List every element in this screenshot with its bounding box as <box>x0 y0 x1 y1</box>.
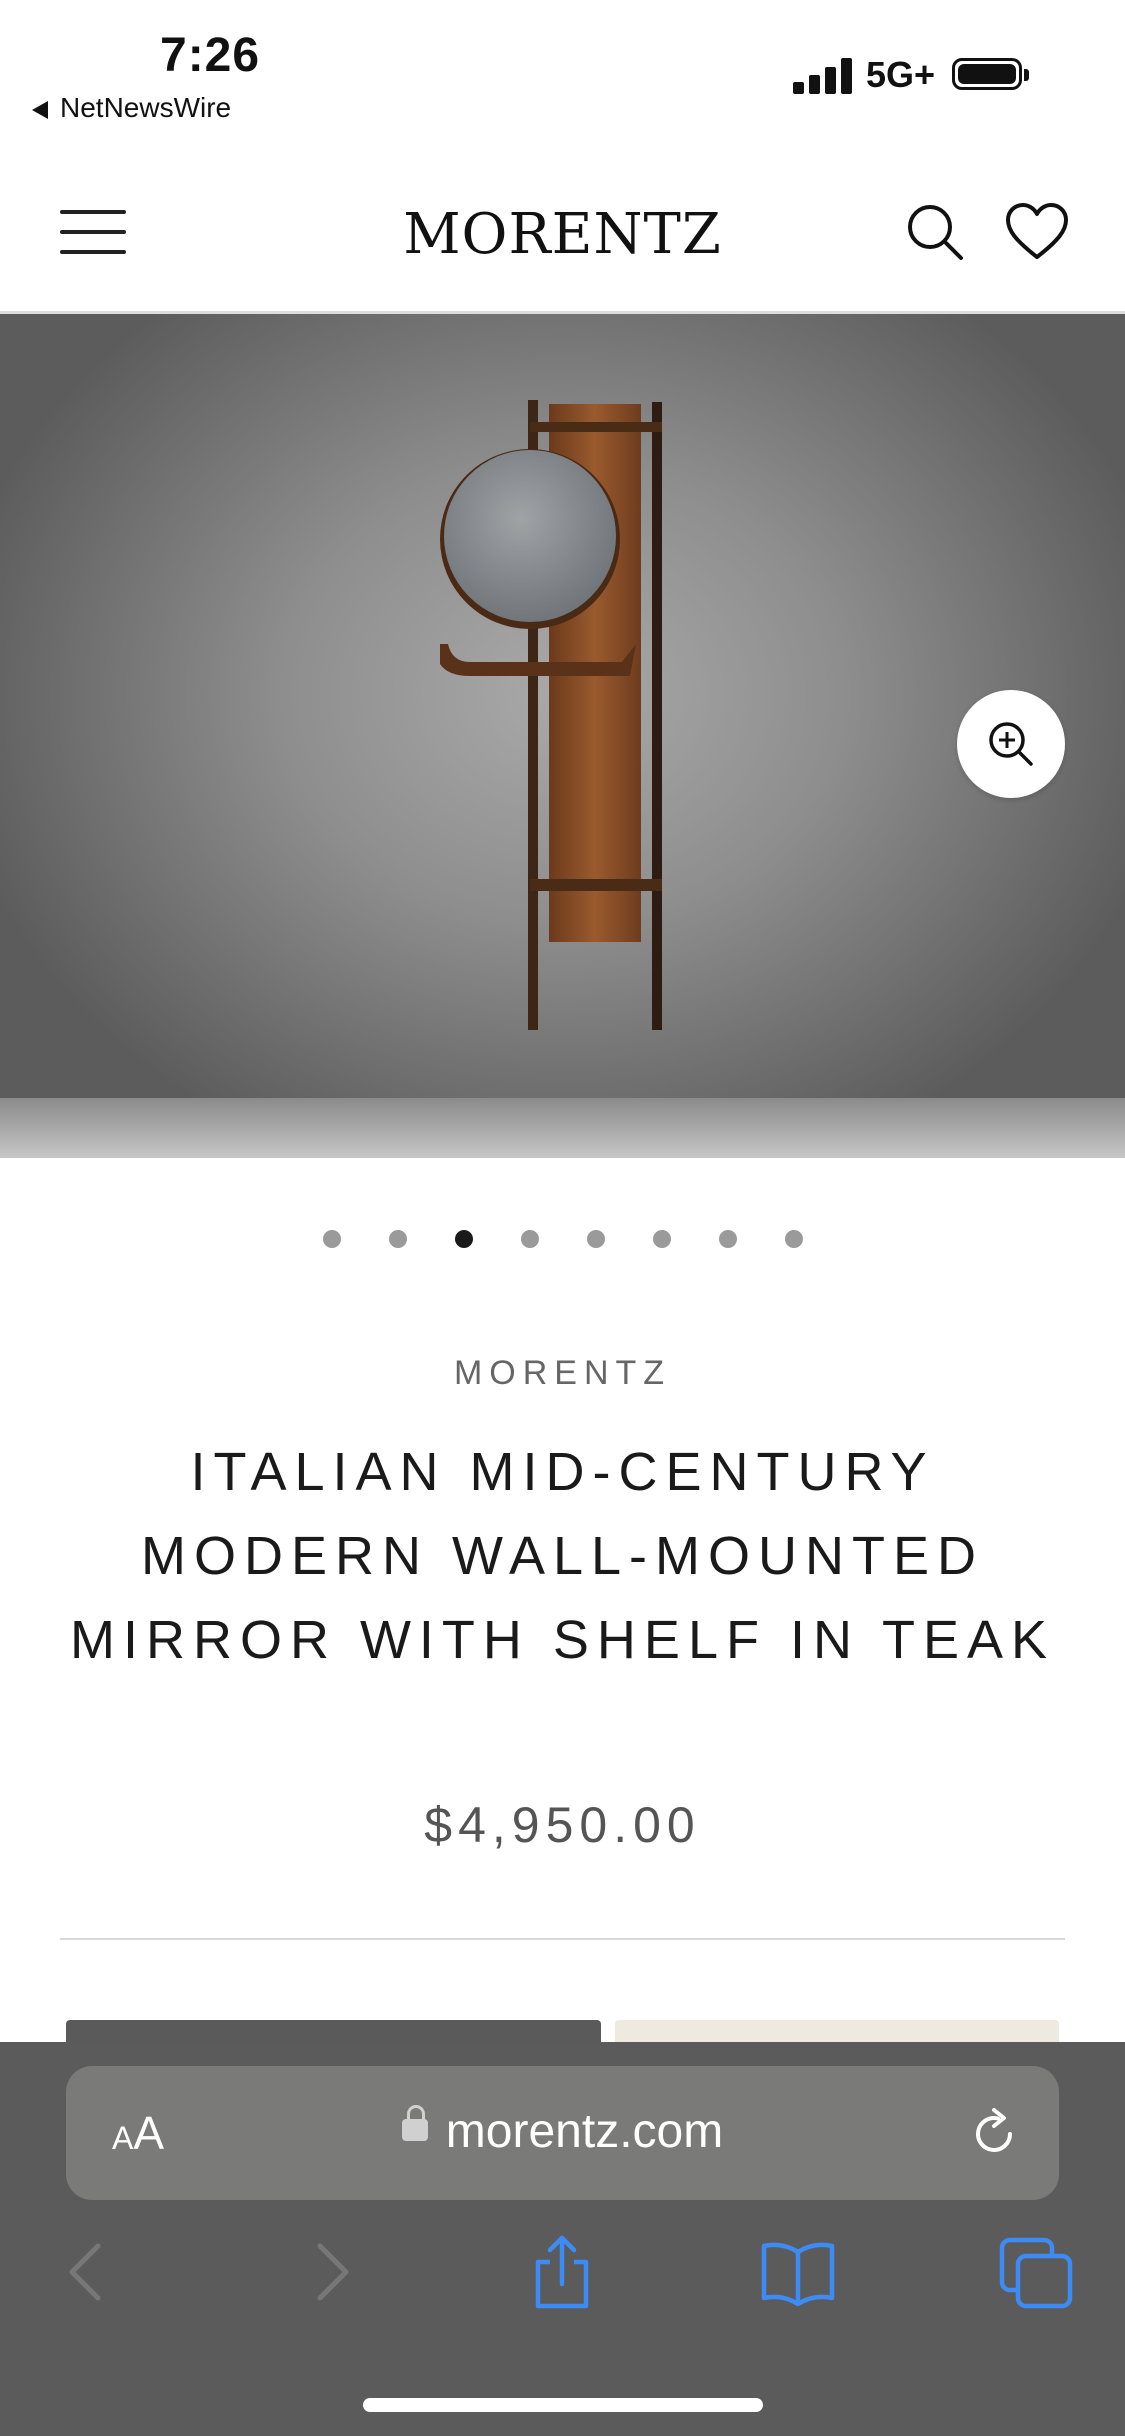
carousel-dot[interactable] <box>652 1230 671 1248</box>
floor-shadow <box>0 1098 1125 1158</box>
lock-icon <box>401 2105 428 2142</box>
forward-icon[interactable] <box>290 2232 370 2312</box>
zoom-in-icon <box>989 722 1033 766</box>
carousel-dot[interactable] <box>586 1230 605 1248</box>
carousel-dot[interactable] <box>388 1230 407 1248</box>
address-bar[interactable]: AA morentz.com <box>66 2066 1059 2200</box>
home-indicator <box>363 2398 763 2412</box>
site-header: MORENTZ <box>0 150 1125 314</box>
bookmarks-icon[interactable] <box>758 2232 838 2312</box>
divider <box>60 1938 1065 1940</box>
product-price: $4,950.00 <box>424 1797 701 1853</box>
url-text: morentz.com <box>445 2105 724 2158</box>
status-bar: 7:26 NetNewsWire 5G+ <box>0 0 1125 150</box>
status-time: 7:26 <box>160 29 261 82</box>
carousel-dot[interactable] <box>454 1230 473 1248</box>
battery-icon <box>952 58 1029 90</box>
heart-icon[interactable] <box>1005 202 1069 262</box>
carousel-dot[interactable] <box>718 1230 737 1248</box>
back-to-app-link[interactable]: NetNewsWire <box>32 92 231 124</box>
carousel-dot[interactable] <box>784 1230 803 1248</box>
product-brand[interactable]: MORENTZ <box>0 1354 1125 1393</box>
back-triangle-icon <box>32 100 48 119</box>
cellular-signal-icon <box>793 56 853 94</box>
network-type: 5G+ <box>866 54 936 95</box>
zoom-button[interactable] <box>957 690 1065 798</box>
back-app-label: NetNewsWire <box>60 92 232 123</box>
product-image[interactable] <box>0 314 1125 1158</box>
back-icon[interactable] <box>48 2232 128 2312</box>
carousel-dot[interactable] <box>322 1230 341 1248</box>
browser-toolbar: AA morentz.com <box>0 2042 1125 2436</box>
url-display[interactable]: morentz.com <box>66 2104 1059 2159</box>
product-title: ITALIAN MID-CENTURY MODERN WALL-MOUNTED … <box>69 1442 1056 1670</box>
reload-icon[interactable] <box>966 2106 1022 2162</box>
tabs-icon[interactable] <box>996 2232 1076 2312</box>
search-icon[interactable] <box>905 202 965 262</box>
share-icon[interactable] <box>522 2232 602 2312</box>
carousel-dot[interactable] <box>520 1230 539 1248</box>
carousel-pagination <box>0 1230 1125 1250</box>
